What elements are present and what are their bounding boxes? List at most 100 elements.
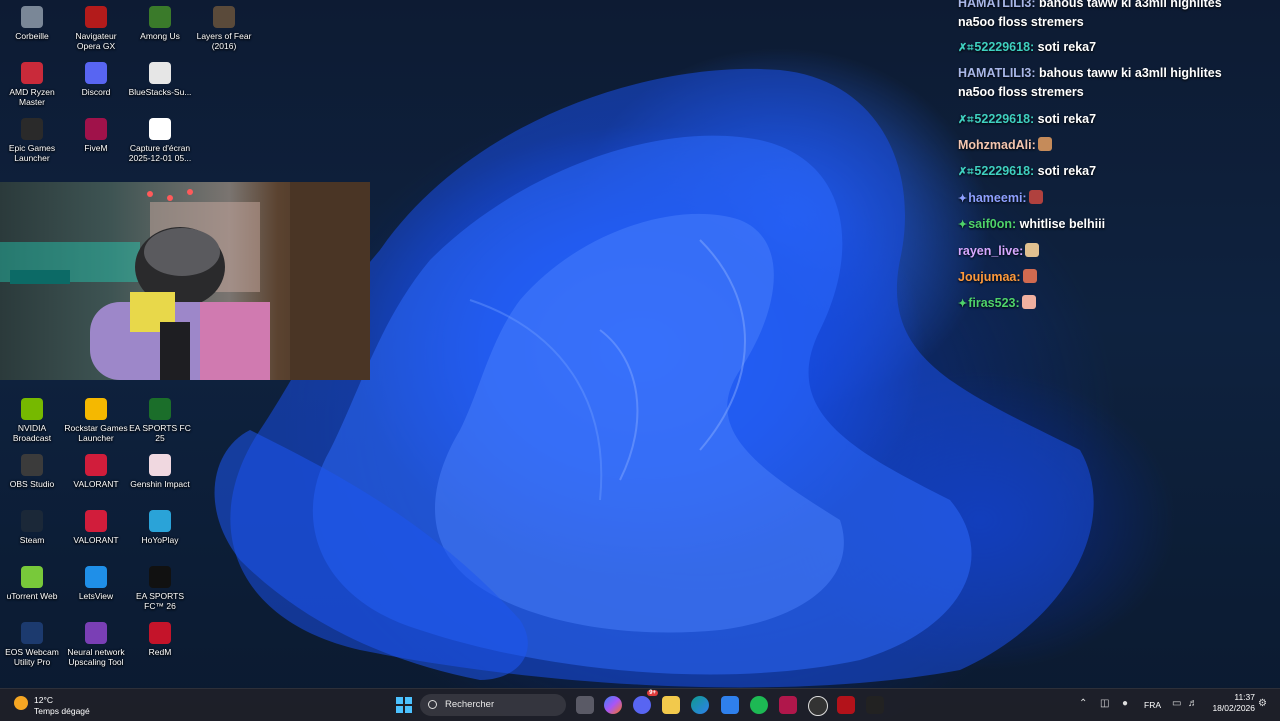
- desktop-icon[interactable]: OBS Studio: [0, 454, 64, 489]
- desktop-icon-label: Epic Games Launcher: [8, 143, 56, 163]
- chat-emote-icon: [1021, 295, 1036, 309]
- redm-taskbar-icon[interactable]: [837, 696, 855, 714]
- chat-badge-icon: ✗⌗: [958, 42, 974, 54]
- spotify-icon[interactable]: [750, 696, 768, 714]
- desktop-icon-label: LetsView: [78, 591, 114, 601]
- network-icon[interactable]: ◫: [1100, 698, 1109, 709]
- desktop-icon-label: uTorrent Web: [6, 591, 58, 601]
- chat-text: soti reka7: [1034, 40, 1097, 54]
- volume-icon[interactable]: ♬: [1188, 698, 1198, 709]
- chat-message: HAMATLILI3: bahous taww ki a3mll highlit…: [958, 0, 1253, 32]
- desktop-icon[interactable]: uTorrent Web: [0, 566, 64, 601]
- chat-username[interactable]: saif0on:: [968, 217, 1016, 231]
- app-icon: [21, 566, 43, 588]
- desktop-icon-label: Neural network Upscaling Tool: [67, 647, 125, 667]
- taskbar-search[interactable]: Rechercher: [420, 694, 566, 716]
- chat-badge-icon: ✦: [958, 298, 968, 310]
- desktop-icon[interactable]: EA SPORTS FC™ 26: [128, 566, 192, 611]
- desktop-icon[interactable]: Neural network Upscaling Tool: [64, 622, 128, 667]
- chat-username[interactable]: firas523:: [968, 296, 1019, 310]
- store-icon[interactable]: [721, 696, 739, 714]
- file-explorer-icon[interactable]: [662, 696, 680, 714]
- language-indicator[interactable]: FRA: [1144, 700, 1161, 710]
- chat-username[interactable]: Joujumaa:: [958, 270, 1021, 284]
- clock[interactable]: 11:37 18/02/2026: [1205, 692, 1255, 714]
- chevron-up-icon[interactable]: ⌃: [1079, 698, 1087, 709]
- eos-webcam-taskbar-icon[interactable]: [866, 696, 884, 714]
- webcam-feed: [0, 182, 370, 380]
- chat-message: ✗⌗52229618: soti reka7: [958, 162, 1253, 182]
- desktop-icon[interactable]: VALORANT: [64, 510, 128, 545]
- edge-icon[interactable]: [691, 696, 709, 714]
- desktop-icon[interactable]: EA SPORTS FC 25: [128, 398, 192, 443]
- app-icon: [85, 62, 107, 84]
- display-icon[interactable]: ▭: [1172, 698, 1181, 709]
- chat-emote-icon: [1022, 269, 1037, 283]
- desktop-icon[interactable]: HoYoPlay: [128, 510, 192, 545]
- start-button[interactable]: [396, 697, 412, 713]
- app-icon: [85, 118, 107, 140]
- windows-logo-icon: [396, 697, 403, 704]
- chat-message: ✗⌗52229618: soti reka7: [958, 38, 1253, 58]
- desktop-icon-label: Among Us: [140, 31, 180, 41]
- chat-text: soti reka7: [1034, 112, 1097, 126]
- chat-message: HAMATLILI3: bahous taww ki a3mll highlit…: [958, 64, 1253, 102]
- chat-message: Joujumaa:: [958, 268, 1253, 287]
- app-icon: [149, 622, 171, 644]
- desktop-icon[interactable]: Rockstar Games Launcher: [64, 398, 128, 443]
- notification-bell-icon[interactable]: ⚙: [1258, 698, 1267, 709]
- desktop-icon-label: OBS Studio: [9, 479, 55, 489]
- chat-username[interactable]: HAMATLILI3:: [958, 66, 1036, 80]
- microphone-icon[interactable]: ●: [1122, 698, 1128, 709]
- desktop-icon[interactable]: Steam: [0, 510, 64, 545]
- desktop-icon[interactable]: Layers of Fear (2016): [192, 6, 256, 51]
- chat-username[interactable]: 52229618:: [974, 112, 1034, 126]
- app-icon: [21, 622, 43, 644]
- app-icon: [149, 454, 171, 476]
- chat-message: ✦saif0on: whitlise belhiii: [958, 215, 1253, 235]
- app-icon: [149, 6, 171, 28]
- webcam-overlay: [0, 182, 370, 380]
- desktop-icon[interactable]: EOS Webcam Utility Pro: [0, 622, 64, 667]
- desktop-icon[interactable]: BlueStacks-Su...: [128, 62, 192, 97]
- desktop-icon[interactable]: RedM: [128, 622, 192, 657]
- chat-username[interactable]: hameemi:: [968, 191, 1026, 205]
- desktop-icon[interactable]: Corbeille: [0, 6, 64, 41]
- chat-username[interactable]: HAMATLILI3:: [958, 0, 1036, 10]
- desktop-icon[interactable]: VALORANT: [64, 454, 128, 489]
- fivem-taskbar-icon[interactable]: [779, 696, 797, 714]
- app-icon: [85, 510, 107, 532]
- app-icon: [149, 566, 171, 588]
- desktop-icon[interactable]: Discord: [64, 62, 128, 97]
- weather-desc: Temps dégagé: [34, 706, 90, 716]
- desktop-icon[interactable]: LetsView: [64, 566, 128, 601]
- discord-notification-badge: 9+: [647, 690, 658, 696]
- chat-username[interactable]: 52229618:: [974, 40, 1034, 54]
- chat-text: soti reka7: [1034, 164, 1097, 178]
- weather-widget[interactable]: 12°C Temps dégagé: [14, 693, 104, 717]
- desktop-icon[interactable]: Epic Games Launcher: [0, 118, 64, 163]
- chat-username[interactable]: MohzmadAli:: [958, 138, 1036, 152]
- app-icon: [21, 118, 43, 140]
- chat-username[interactable]: 52229618:: [974, 164, 1034, 178]
- chat-username[interactable]: rayen_live:: [958, 244, 1023, 258]
- desktop-icon[interactable]: AMD Ryzen Master: [0, 62, 64, 107]
- app-icon: [85, 566, 107, 588]
- desktop-icon[interactable]: Capture d'écran 2025-12-01 05...: [128, 118, 192, 163]
- obs-taskbar-icon[interactable]: [808, 696, 828, 716]
- app-icon: [149, 62, 171, 84]
- clock-date: 18/02/2026: [1212, 703, 1255, 713]
- chat-emote-icon: [1025, 243, 1040, 257]
- desktop-icon[interactable]: FiveM: [64, 118, 128, 153]
- discord-taskbar-icon[interactable]: 9+: [633, 690, 658, 714]
- desktop-icon-label: HoYoPlay: [141, 535, 179, 545]
- desktop-icon[interactable]: Genshin Impact: [128, 454, 192, 489]
- desktop-icon-label: Capture d'écran 2025-12-01 05...: [128, 143, 192, 163]
- copilot-icon[interactable]: [604, 696, 622, 714]
- desktop-icon[interactable]: Navigateur Opera GX: [64, 6, 128, 51]
- desktop-icon[interactable]: Among Us: [128, 6, 192, 41]
- desktop-icon-label: Layers of Fear (2016): [196, 31, 252, 51]
- task-view-icon[interactable]: [576, 696, 594, 714]
- desktop-icon-label: NVIDIA Broadcast: [12, 423, 52, 443]
- desktop-icon[interactable]: NVIDIA Broadcast: [0, 398, 64, 443]
